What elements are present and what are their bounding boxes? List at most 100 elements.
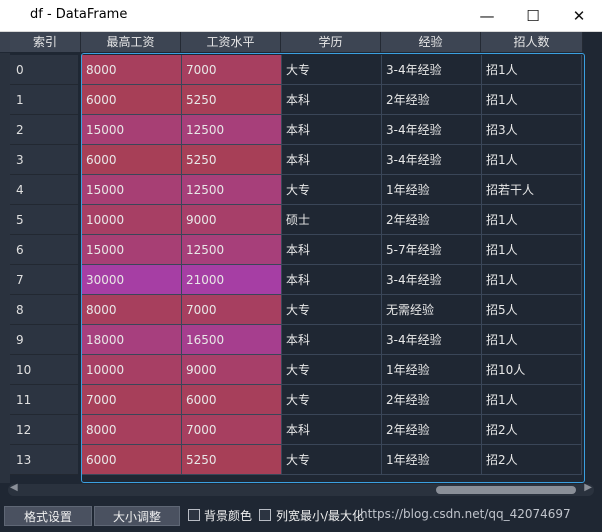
row-index[interactable]: 10 <box>10 355 78 385</box>
cell-salary-level[interactable]: 5250 <box>182 145 282 175</box>
cell-education[interactable]: 大专 <box>282 55 382 85</box>
cell-salary-level[interactable]: 6000 <box>182 385 282 415</box>
cell-max-salary[interactable]: 15000 <box>82 235 182 265</box>
dataframe-table[interactable]: 索引 最高工资 工资水平 学历 经验 招人数 0 8000 7000 大专 3-4年经验… <box>0 32 602 484</box>
row-index[interactable]: 4 <box>10 175 78 205</box>
cell-max-salary[interactable]: 30000 <box>82 265 182 295</box>
cell-hire-count[interactable]: 招1人 <box>482 265 582 295</box>
minimize-icon[interactable]: — <box>464 0 510 31</box>
cell-education[interactable]: 本科 <box>282 145 382 175</box>
row-index[interactable]: 8 <box>10 295 78 325</box>
cell-salary-level[interactable]: 9000 <box>182 205 282 235</box>
cell-experience[interactable]: 2年经验 <box>382 415 482 445</box>
cell-hire-count[interactable]: 招2人 <box>482 415 582 445</box>
cell-hire-count[interactable]: 招5人 <box>482 295 582 325</box>
cell-salary-level[interactable]: 9000 <box>182 355 282 385</box>
horizontal-scrollbar[interactable]: ◀ ▶ <box>8 482 594 496</box>
cell-hire-count[interactable]: 招10人 <box>482 355 582 385</box>
cell-experience[interactable]: 2年经验 <box>382 85 482 115</box>
cell-salary-level[interactable]: 7000 <box>182 55 282 85</box>
cell-max-salary[interactable]: 18000 <box>82 325 182 355</box>
scroll-right-icon[interactable]: ▶ <box>584 482 592 493</box>
cell-experience[interactable]: 1年经验 <box>382 175 482 205</box>
cell-education[interactable]: 本科 <box>282 415 382 445</box>
cell-hire-count[interactable]: 招1人 <box>482 235 582 265</box>
cell-hire-count[interactable]: 招若干人 <box>482 175 582 205</box>
cell-hire-count[interactable]: 招1人 <box>482 385 582 415</box>
cell-max-salary[interactable]: 8000 <box>82 55 182 85</box>
cell-education[interactable]: 大专 <box>282 175 382 205</box>
cell-experience[interactable]: 2年经验 <box>382 385 482 415</box>
cell-salary-level[interactable]: 7000 <box>182 295 282 325</box>
cell-experience[interactable]: 5-7年经验 <box>382 235 482 265</box>
cell-experience[interactable]: 1年经验 <box>382 445 482 475</box>
cell-salary-level[interactable]: 5250 <box>182 85 282 115</box>
cell-education[interactable]: 本科 <box>282 265 382 295</box>
cell-max-salary[interactable]: 6000 <box>82 85 182 115</box>
cell-education[interactable]: 本科 <box>282 115 382 145</box>
row-index[interactable]: 12 <box>10 415 78 445</box>
cell-education[interactable]: 大专 <box>282 295 382 325</box>
cell-education[interactable]: 硕士 <box>282 205 382 235</box>
row-index[interactable]: 0 <box>10 55 78 85</box>
cell-salary-level[interactable]: 7000 <box>182 415 282 445</box>
cell-salary-level[interactable]: 12500 <box>182 115 282 145</box>
cell-education[interactable]: 本科 <box>282 325 382 355</box>
cell-max-salary[interactable]: 7000 <box>82 385 182 415</box>
row-index[interactable]: 13 <box>10 445 78 475</box>
header-experience[interactable]: 经验 <box>381 32 481 52</box>
cell-education[interactable]: 大专 <box>282 385 382 415</box>
row-index[interactable]: 3 <box>10 145 78 175</box>
bg-color-checkbox[interactable] <box>188 509 200 521</box>
cell-experience[interactable]: 3-4年经验 <box>382 55 482 85</box>
cell-hire-count[interactable]: 招1人 <box>482 55 582 85</box>
cell-salary-level[interactable]: 5250 <box>182 445 282 475</box>
header-hire-count[interactable]: 招人数 <box>481 32 583 52</box>
cell-hire-count[interactable]: 招1人 <box>482 205 582 235</box>
cell-max-salary[interactable]: 15000 <box>82 115 182 145</box>
cell-max-salary[interactable]: 8000 <box>82 415 182 445</box>
format-button[interactable]: 格式设置 <box>4 506 92 526</box>
cell-experience[interactable]: 3-4年经验 <box>382 115 482 145</box>
col-width-checkbox[interactable] <box>259 509 271 521</box>
row-index[interactable]: 2 <box>10 115 78 145</box>
row-index[interactable]: 5 <box>10 205 78 235</box>
cell-hire-count[interactable]: 招1人 <box>482 325 582 355</box>
cell-hire-count[interactable]: 招1人 <box>482 85 582 115</box>
cell-education[interactable]: 本科 <box>282 85 382 115</box>
row-index[interactable]: 7 <box>10 265 78 295</box>
cell-education[interactable]: 大专 <box>282 445 382 475</box>
cell-max-salary[interactable]: 6000 <box>82 445 182 475</box>
row-index[interactable]: 1 <box>10 85 78 115</box>
cell-experience[interactable]: 2年经验 <box>382 205 482 235</box>
cell-salary-level[interactable]: 16500 <box>182 325 282 355</box>
cell-hire-count[interactable]: 招2人 <box>482 445 582 475</box>
resize-button[interactable]: 大小调整 <box>94 506 180 526</box>
cell-hire-count[interactable]: 招3人 <box>482 115 582 145</box>
cell-max-salary[interactable]: 15000 <box>82 175 182 205</box>
cell-experience[interactable]: 3-4年经验 <box>382 265 482 295</box>
header-index[interactable]: 索引 <box>10 32 81 52</box>
cell-experience[interactable]: 3-4年经验 <box>382 145 482 175</box>
cell-education[interactable]: 大专 <box>282 355 382 385</box>
cell-max-salary[interactable]: 8000 <box>82 295 182 325</box>
header-max-salary[interactable]: 最高工资 <box>81 32 181 52</box>
scrollbar-thumb[interactable] <box>436 486 576 494</box>
cell-hire-count[interactable]: 招1人 <box>482 145 582 175</box>
table-corner[interactable] <box>0 32 10 52</box>
row-index[interactable]: 11 <box>10 385 78 415</box>
cell-experience[interactable]: 1年经验 <box>382 355 482 385</box>
cell-max-salary[interactable]: 10000 <box>82 205 182 235</box>
cell-salary-level[interactable]: 21000 <box>182 265 282 295</box>
close-icon[interactable]: ✕ <box>556 0 602 31</box>
header-education[interactable]: 学历 <box>281 32 381 52</box>
cell-max-salary[interactable]: 10000 <box>82 355 182 385</box>
cell-salary-level[interactable]: 12500 <box>182 175 282 205</box>
cell-max-salary[interactable]: 6000 <box>82 145 182 175</box>
cell-experience[interactable]: 无需经验 <box>382 295 482 325</box>
scroll-left-icon[interactable]: ◀ <box>10 482 18 493</box>
row-index[interactable]: 6 <box>10 235 78 265</box>
cell-salary-level[interactable]: 12500 <box>182 235 282 265</box>
maximize-icon[interactable]: ☐ <box>510 0 556 31</box>
header-salary-level[interactable]: 工资水平 <box>181 32 281 52</box>
